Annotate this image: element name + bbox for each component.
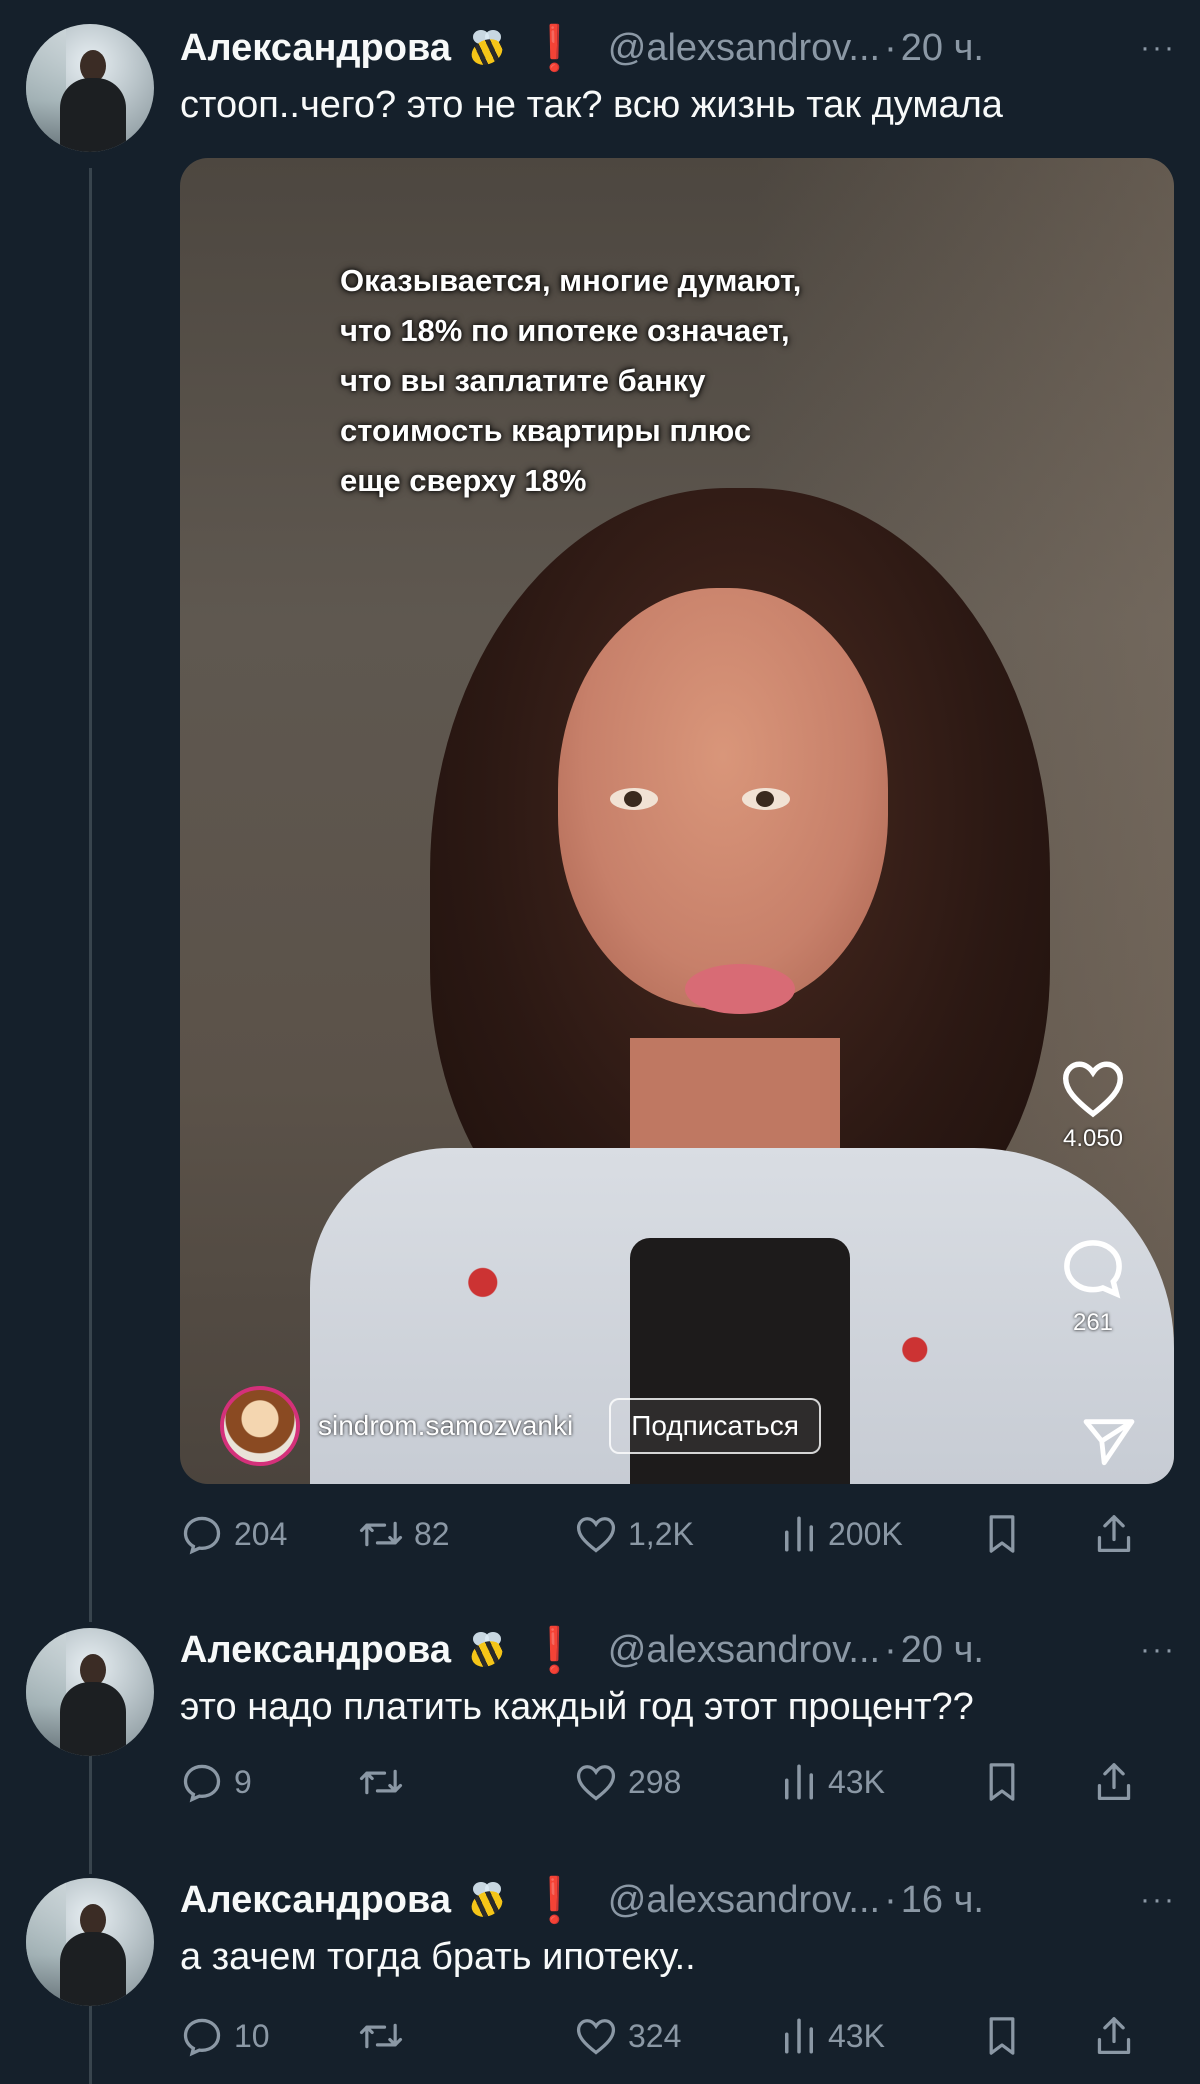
thread-line — [89, 1752, 92, 1874]
reply-icon — [183, 1516, 221, 1555]
view-count: 200K — [828, 1515, 903, 1552]
separator-dot: · — [884, 1628, 897, 1671]
analytics-icon — [785, 1516, 813, 1552]
retweet-button[interactable] — [358, 2014, 574, 2058]
exclamation-icon: ❗ — [526, 24, 582, 73]
like-heart-icon — [576, 1765, 616, 1801]
retweet-button[interactable]: 82 — [358, 1512, 574, 1556]
bookmark-button[interactable] — [984, 1512, 1094, 1556]
reply-count: 9 — [234, 1763, 252, 1800]
bookmark-icon — [989, 1763, 1015, 1801]
video-like-count: 4.050 — [1062, 1125, 1124, 1152]
display-name[interactable]: Александрова — [180, 1629, 451, 1672]
analytics-icon — [785, 1764, 813, 1800]
like-button[interactable]: 324 — [574, 2015, 780, 2057]
share-icon — [1097, 1515, 1131, 1553]
bee-emoji-icon — [465, 1878, 509, 1922]
tweet-header: Александрова ❗ @alexsandrov... · 20 ч. ·… — [180, 1622, 1176, 1678]
tweet-text: а зачем тогда брать ипотеку.. — [180, 1936, 696, 1978]
video-like[interactable]: 4.050 — [1048, 1058, 1138, 1153]
retweet-count: 82 — [414, 1515, 450, 1552]
views-button[interactable]: 200K — [780, 1513, 984, 1555]
timestamp[interactable]: 20 ч. — [901, 27, 984, 70]
tweet-actions: 9 298 43K — [180, 1752, 1170, 1812]
send-icon[interactable] — [1080, 1412, 1138, 1470]
user-handle[interactable]: @alexsandrov... — [608, 1879, 880, 1922]
like-count: 298 — [628, 1763, 682, 1800]
bookmark-icon — [989, 1515, 1015, 1553]
exclamation-icon: ❗ — [526, 1626, 582, 1675]
bee-emoji-icon — [465, 26, 509, 70]
bookmark-button[interactable] — [984, 1760, 1094, 1804]
retweet-icon — [359, 2023, 403, 2049]
reply-count: 204 — [234, 1515, 288, 1552]
tweet-text: это надо платить каждый год этот процент… — [180, 1686, 974, 1728]
tweet-text: стооп..чего? это не так? всю жизнь так д… — [180, 84, 1003, 126]
share-button[interactable] — [1094, 1760, 1134, 1804]
video-author-name[interactable]: sindrom.samozvanki — [318, 1410, 573, 1442]
share-icon — [1097, 2017, 1131, 2054]
user-handle[interactable]: @alexsandrov... — [608, 27, 880, 70]
retweet-icon — [359, 1769, 403, 1795]
reply-button[interactable]: 9 — [180, 1760, 358, 1804]
timestamp[interactable]: 20 ч. — [901, 1629, 984, 1672]
share-button[interactable] — [1094, 2014, 1134, 2058]
avatar[interactable] — [26, 1878, 154, 2006]
bookmark-button[interactable] — [984, 2014, 1094, 2058]
reply-icon — [183, 1764, 221, 1803]
views-button[interactable]: 43K — [780, 1761, 984, 1803]
user-handle[interactable]: @alexsandrov... — [608, 1629, 880, 1672]
like-count: 1,2K — [628, 1515, 694, 1552]
more-options-icon[interactable]: ··· — [1140, 31, 1176, 65]
reply-button[interactable]: 204 — [180, 1512, 358, 1556]
thread-line — [89, 168, 92, 1622]
bookmark-icon — [989, 2017, 1015, 2055]
separator-dot: · — [884, 26, 897, 69]
display-name[interactable]: Александрова — [180, 1879, 451, 1922]
share-button[interactable] — [1094, 1512, 1134, 1556]
tweet-actions: 204 82 1,2K 200K — [180, 1504, 1170, 1564]
more-options-icon[interactable]: ··· — [1140, 1633, 1176, 1667]
tweet-actions: 10 324 43K — [180, 2006, 1170, 2066]
like-heart-icon — [576, 1517, 616, 1553]
follow-button[interactable]: Подписаться — [609, 1398, 821, 1454]
share-icon — [1097, 1763, 1131, 1801]
views-button[interactable]: 43K — [780, 2015, 984, 2057]
reply-icon — [183, 2018, 221, 2057]
thread-line — [89, 2002, 92, 2084]
retweet-icon — [359, 1521, 403, 1547]
video-caption: Оказывается, многие думают, что 18% по и… — [340, 263, 802, 498]
avatar[interactable] — [26, 1628, 154, 1756]
video-author-avatar[interactable] — [220, 1386, 300, 1466]
video-comment-count: 261 — [1072, 1309, 1114, 1336]
retweet-button[interactable] — [358, 1760, 574, 1804]
video-author-bar: sindrom.samozvanki Подписаться — [220, 1386, 821, 1466]
photo-face — [558, 588, 888, 1008]
view-count: 43K — [828, 2017, 885, 2054]
like-button[interactable]: 1,2K — [574, 1513, 780, 1555]
avatar[interactable] — [26, 24, 154, 152]
tweet-header: Александрова ❗ @alexsandrov... · 20 ч. ·… — [180, 20, 1176, 76]
embedded-video[interactable]: Оказывается, многие думают, что 18% по и… — [180, 158, 1174, 1484]
like-heart-icon — [576, 2019, 616, 2055]
video-comment[interactable]: 261 — [1048, 1236, 1138, 1337]
reply-count: 10 — [234, 2017, 270, 2054]
separator-dot: · — [884, 1878, 897, 1921]
view-count: 43K — [828, 1763, 885, 1800]
more-options-icon[interactable]: ··· — [1140, 1883, 1176, 1917]
like-button[interactable]: 298 — [574, 1761, 780, 1803]
analytics-icon — [785, 2018, 813, 2054]
reply-button[interactable]: 10 — [180, 2014, 358, 2058]
tweet-header: Александрова ❗ @alexsandrov... · 16 ч. ·… — [180, 1872, 1176, 1928]
bee-emoji-icon — [465, 1628, 509, 1672]
display-name[interactable]: Александрова — [180, 27, 451, 70]
like-count: 324 — [628, 2017, 682, 2054]
timestamp[interactable]: 16 ч. — [901, 1879, 984, 1922]
comment-bubble-icon — [1064, 1240, 1122, 1299]
exclamation-icon: ❗ — [526, 1876, 582, 1925]
heart-icon — [1062, 1061, 1124, 1118]
